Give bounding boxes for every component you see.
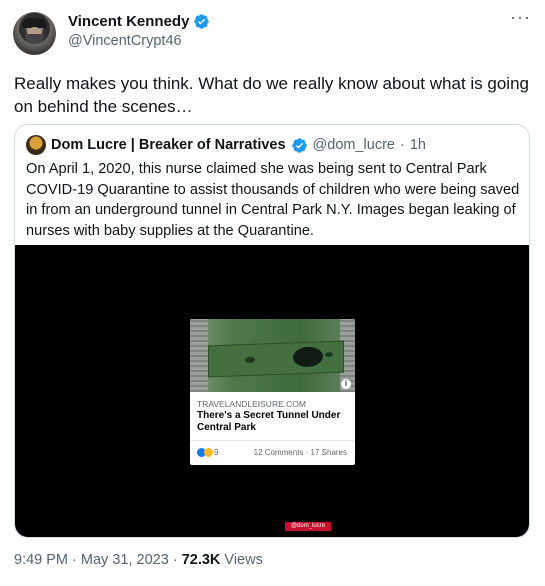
view-count: 72.3K: [181, 552, 221, 568]
meta-separator: ·: [172, 552, 178, 568]
video-player[interactable]: i TRAVELANDLEISURE.COM There's a Secret …: [15, 245, 529, 537]
tweet-time[interactable]: 9:49 PM: [14, 552, 68, 568]
video-watermark: @dom_lucre: [285, 522, 331, 531]
card-domain: TRAVELANDLEISURE.COM: [197, 399, 306, 409]
video-frame-link-card: i TRAVELANDLEISURE.COM There's a Secret …: [190, 319, 355, 465]
author-handle[interactable]: @VincentCrypt46: [68, 33, 182, 49]
meta-separator: ·: [72, 552, 77, 568]
tweet-date[interactable]: May 31, 2023: [81, 552, 169, 568]
quoted-handle[interactable]: @dom_lucre: [313, 137, 395, 153]
verified-badge-icon: [194, 14, 210, 29]
more-icon[interactable]: ···: [510, 8, 531, 26]
verified-badge-icon: [291, 137, 307, 153]
author-name[interactable]: Vincent Kennedy: [68, 13, 189, 30]
author-name-row[interactable]: Vincent Kennedy: [68, 13, 210, 30]
satellite-image: i: [190, 319, 355, 392]
wow-reaction-icon: [204, 448, 213, 457]
quoted-tweet[interactable]: Dom Lucre | Breaker of Narratives @dom_l…: [14, 124, 530, 538]
views-label: Views: [224, 552, 263, 568]
card-stats: 12 Comments · 17 Shares: [253, 448, 347, 457]
info-icon: i: [341, 379, 351, 389]
tweet-text: Really makes you think. What do we reall…: [14, 74, 529, 116]
quoted-header: Dom Lucre | Breaker of Narratives @dom_l…: [26, 135, 426, 155]
reaction-count: 9: [214, 448, 219, 457]
quoted-text: On April 1, 2020, this nurse claimed she…: [26, 161, 520, 239]
quoted-timestamp[interactable]: 1h: [410, 137, 426, 153]
card-reactions: 9: [197, 448, 218, 457]
quoted-avatar[interactable]: [26, 135, 46, 155]
card-title: There's a Secret Tunnel Under Central Pa…: [197, 410, 341, 433]
author-avatar[interactable]: [13, 12, 56, 55]
quoted-separator: ·: [399, 137, 405, 153]
tweet-meta: 9:49 PM · May 31, 2023 · 72.3K Views: [14, 552, 263, 568]
quoted-name[interactable]: Dom Lucre | Breaker of Narratives: [51, 137, 286, 153]
